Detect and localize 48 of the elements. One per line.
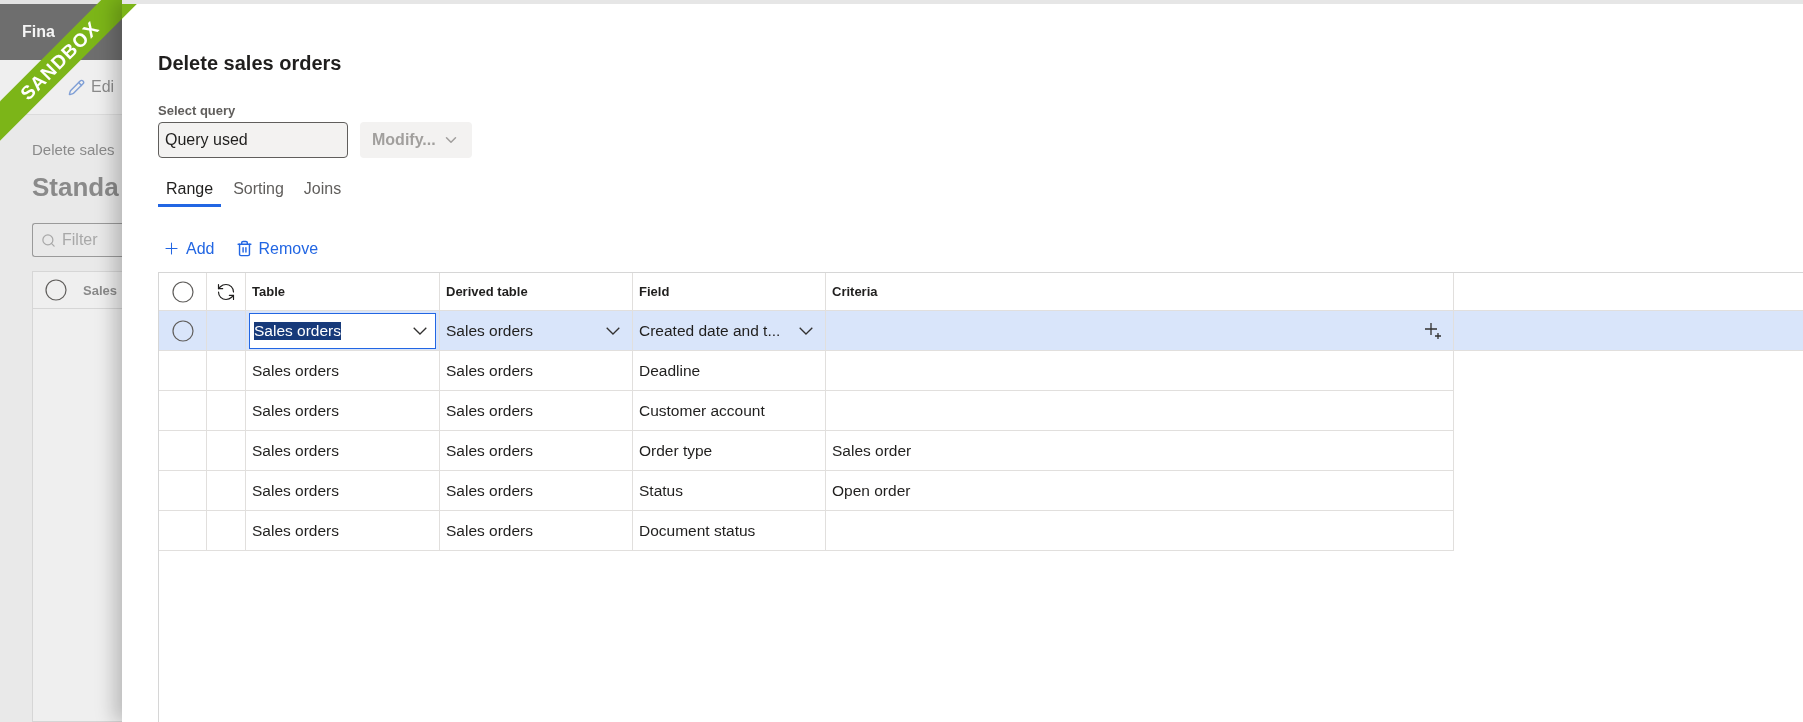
refresh-icon[interactable] xyxy=(216,281,236,302)
plus-icon xyxy=(162,239,181,258)
table-row[interactable]: Sales orders Sales orders Order type Sales order xyxy=(159,431,1803,471)
column-header: Sales xyxy=(83,282,117,298)
chevron-down-icon xyxy=(413,326,427,335)
table-cell: Sales orders xyxy=(246,471,440,511)
plus-icon[interactable] xyxy=(1425,321,1443,340)
field-label: Select query xyxy=(158,103,237,118)
query-field[interactable]: Query used xyxy=(158,122,348,158)
select-all-checkbox[interactable] xyxy=(45,279,67,301)
add-button[interactable]: Add xyxy=(158,237,219,260)
table-cell: Sales orders xyxy=(440,391,633,431)
table-cell: Sales orders xyxy=(246,511,440,551)
table-cell: Sales orders xyxy=(246,391,440,431)
chevron-down-icon xyxy=(606,326,620,335)
page-heading: Standa xyxy=(32,172,120,203)
table-row[interactable]: Sales orders Sales orders Customer account xyxy=(159,391,1803,431)
table-row[interactable]: Sales orders Sales orders Status Open order xyxy=(159,471,1803,511)
search-icon xyxy=(41,232,56,248)
table-cell: Deadline xyxy=(633,351,826,391)
chevron-down-icon xyxy=(799,326,813,335)
tab[interactable]: Joins xyxy=(295,176,350,207)
table-cell: Order type xyxy=(633,431,826,471)
table-cell: Sales orders xyxy=(246,431,440,471)
table-cell: Customer account xyxy=(633,391,826,431)
table-cell: Sales orders xyxy=(246,351,440,391)
breadcrumb: Delete sales xyxy=(32,141,116,158)
table-cell: Status xyxy=(633,471,826,511)
table-cell: Sales orders xyxy=(440,351,633,391)
table-cell: Open order xyxy=(826,471,1454,511)
table-cell: Sales orders xyxy=(440,471,633,511)
row-checkbox[interactable] xyxy=(171,319,194,342)
derived-table-dropdown[interactable]: Sales orders xyxy=(446,321,626,340)
remove-button[interactable]: Remove xyxy=(232,237,323,260)
dialog-title: Delete sales orders xyxy=(158,52,343,75)
table-row[interactable]: Sales orders Sales orders Deadline xyxy=(159,351,1803,391)
table-cell: Sales order xyxy=(826,431,1454,471)
select-all-checkbox[interactable] xyxy=(171,280,194,303)
table-row[interactable]: Sales orders Sales orders Document status xyxy=(159,511,1803,551)
table-row[interactable]: Sales orders Sales orders Created date and t... xyxy=(159,311,1803,351)
table-cell: Sales orders xyxy=(440,431,633,471)
table-dropdown[interactable]: Sales orders xyxy=(249,312,436,349)
field-dropdown[interactable]: Created date and t... xyxy=(639,321,819,340)
table-cell: Document status xyxy=(633,511,826,551)
trash-icon xyxy=(236,240,254,257)
tab[interactable]: Sorting xyxy=(225,176,292,207)
tab[interactable]: Range xyxy=(158,176,222,207)
table-cell: Sales orders xyxy=(440,511,633,551)
